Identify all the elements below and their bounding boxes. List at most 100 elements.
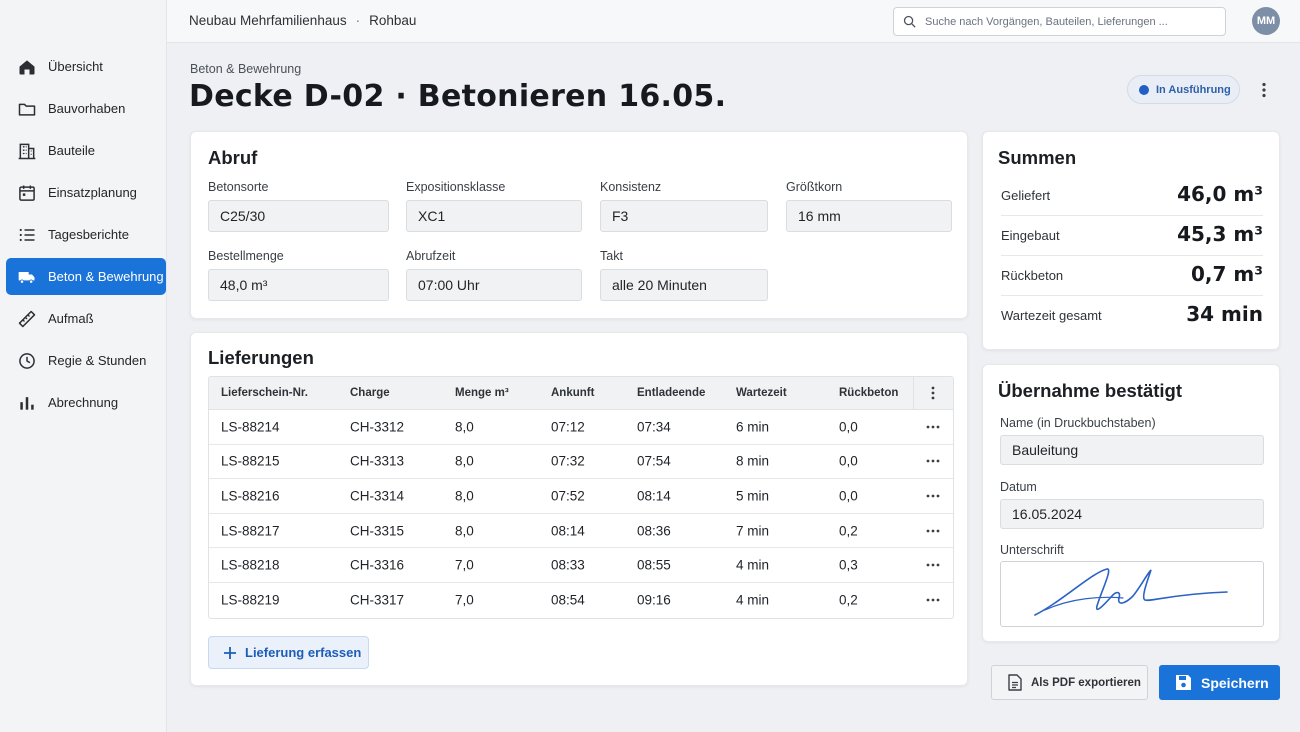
status-badge: In Ausführung	[1127, 75, 1240, 104]
table-row[interactable]: LS-88215 CH-3313 8,0 07:32 07:54 8 min 0,0	[209, 445, 953, 480]
sidebar-item-einsatzplanung[interactable]: Einsatzplanung	[6, 174, 166, 211]
lieferungen-table: Lieferschein-Nr. Charge Menge m³ Ankunft…	[208, 376, 954, 619]
summen-title: Summen	[998, 147, 1077, 168]
datum-field[interactable]: 16.05.2024	[1000, 499, 1264, 529]
cell-menge: 7,0	[455, 557, 474, 573]
sum-row-eingebaut: Eingebaut 45,3 m³	[1001, 216, 1263, 256]
cell-wartezeit: 6 min	[736, 419, 770, 435]
col-header-rueckbeton[interactable]: Rückbeton	[839, 387, 898, 399]
abruf-card: Abruf Betonsorte C25/30 Expositionsklass…	[190, 131, 968, 319]
row-menu-button[interactable]	[925, 419, 941, 435]
row-menu-button[interactable]	[925, 592, 941, 608]
search-box[interactable]	[893, 7, 1226, 36]
table-header: Lieferschein-Nr. Charge Menge m³ Ankunft…	[209, 377, 953, 410]
sidebar-nav: Übersicht Bauvorhaben Bauteile Einsatzpl…	[6, 48, 166, 426]
row-menu-button[interactable]	[925, 557, 941, 573]
betonsorte-label: Betonsorte	[208, 180, 269, 194]
truck-icon	[16, 266, 38, 288]
groesstkorn-label: Größtkorn	[786, 180, 843, 194]
building-icon	[16, 140, 38, 162]
more-horizontal-icon	[926, 563, 940, 567]
column-menu-button[interactable]	[925, 385, 941, 401]
konsistenz-field[interactable]: F3	[600, 200, 768, 232]
sidebar-item-regie-stunden[interactable]: Regie & Stunden	[6, 342, 166, 379]
more-horizontal-icon	[926, 598, 940, 602]
cell-wartezeit: 8 min	[736, 453, 770, 469]
row-menu-button[interactable]	[925, 453, 941, 469]
col-header-wartezeit[interactable]: Wartezeit	[736, 387, 787, 399]
abrufzeit-label: Abrufzeit	[406, 249, 456, 263]
col-header-charge[interactable]: Charge	[350, 387, 390, 399]
cell-menge: 7,0	[455, 592, 474, 608]
cell-charge: CH-3312	[350, 419, 405, 435]
uebernahme-title: Übernahme bestätigt	[998, 380, 1183, 401]
sidebar-item-tagesberichte[interactable]: Tagesberichte	[6, 216, 166, 253]
sidebar-item-beton-bewehrung[interactable]: Beton & Bewehrung	[6, 258, 166, 295]
cell-lieferschein-nr: LS-88215	[221, 453, 280, 469]
name-field[interactable]: Bauleitung	[1000, 435, 1264, 465]
sidebar-item-abrechnung[interactable]: Abrechnung	[6, 384, 166, 421]
breadcrumb-item-project[interactable]: Neubau Mehrfamilienhaus	[189, 13, 347, 28]
konsistenz-label: Konsistenz	[600, 180, 662, 194]
save-button[interactable]: Speichern	[1159, 665, 1280, 700]
search-input[interactable]	[925, 15, 1215, 28]
sidebar-item-bauvorhaben[interactable]: Bauvorhaben	[6, 90, 166, 127]
bestellmenge-field[interactable]: 48,0 m³	[208, 269, 389, 301]
cell-charge: CH-3314	[350, 488, 405, 504]
abrufzeit-field[interactable]: 07:00 Uhr	[406, 269, 582, 301]
table-row[interactable]: LS-88214 CH-3312 8,0 07:12 07:34 6 min 0,0	[209, 410, 953, 445]
groesstkorn-field[interactable]: 16 mm	[786, 200, 952, 232]
expositionsklasse-field[interactable]: XC1	[406, 200, 582, 232]
sum-label: Geliefert	[1001, 188, 1051, 203]
col-header-menge[interactable]: Menge m³	[455, 387, 509, 399]
status-label: In Ausführung	[1156, 83, 1231, 96]
floppy-disk-icon	[1176, 675, 1191, 690]
row-menu-button[interactable]	[925, 488, 941, 504]
sidebar-item-label: Einsatzplanung	[48, 185, 137, 200]
col-header-lieferschein[interactable]: Lieferschein-Nr.	[221, 387, 308, 399]
cell-ankunft: 08:33	[551, 557, 585, 573]
cell-rueckbeton: 0,0	[839, 453, 858, 469]
signature-label: Unterschrift	[1000, 543, 1064, 557]
bar-chart-icon	[16, 392, 38, 414]
cell-ankunft: 07:52	[551, 488, 585, 504]
table-row[interactable]: LS-88219 CH-3317 7,0 08:54 09:16 4 min 0,2	[209, 583, 953, 618]
clock-icon	[16, 350, 38, 372]
sum-label: Rückbeton	[1001, 268, 1064, 283]
table-row[interactable]: LS-88218 CH-3316 7,0 08:33 08:55 4 min 0,3	[209, 548, 953, 583]
calendar-icon	[16, 182, 38, 204]
row-menu-button[interactable]	[925, 523, 941, 539]
more-options-button[interactable]	[1254, 80, 1274, 100]
sidebar-item-aufmass[interactable]: Aufmaß	[6, 300, 166, 337]
sidebar-item-label: Tagesberichte	[48, 227, 129, 242]
table-row[interactable]: LS-88217 CH-3315 8,0 08:14 08:36 7 min 0,2	[209, 514, 953, 549]
sum-label: Wartezeit gesamt	[1001, 308, 1102, 323]
sidebar-item-bauteile[interactable]: Bauteile	[6, 132, 166, 169]
table-row[interactable]: LS-88216 CH-3314 8,0 07:52 08:14 5 min 0,0	[209, 479, 953, 514]
cell-entladeende: 09:16	[637, 592, 671, 608]
col-header-ankunft[interactable]: Ankunft	[551, 387, 594, 399]
cell-ankunft: 08:14	[551, 523, 585, 539]
avatar[interactable]: MM	[1252, 7, 1280, 35]
cell-ankunft: 07:12	[551, 419, 585, 435]
add-delivery-button[interactable]: Lieferung erfassen	[208, 636, 369, 669]
breadcrumb-item-phase[interactable]: Rohbau	[369, 13, 416, 28]
takt-label: Takt	[600, 249, 623, 263]
col-header-entladeende[interactable]: Entladeende	[637, 387, 705, 399]
signature-pad[interactable]	[1000, 561, 1264, 627]
list-icon	[16, 224, 38, 246]
cell-charge: CH-3316	[350, 557, 405, 573]
betonsorte-field[interactable]: C25/30	[208, 200, 389, 232]
cell-entladeende: 08:36	[637, 523, 671, 539]
cell-wartezeit: 4 min	[736, 557, 770, 573]
takt-field[interactable]: alle 20 Minuten	[600, 269, 768, 301]
sum-row-wartezeit: Wartezeit gesamt 34 min	[1001, 296, 1263, 336]
kebab-icon	[1262, 82, 1266, 98]
sum-row-geliefert: Geliefert 46,0 m³	[1001, 176, 1263, 216]
cell-charge: CH-3317	[350, 592, 405, 608]
sidebar-item-uebersicht[interactable]: Übersicht	[6, 48, 166, 85]
sum-value: 0,7 m³	[1191, 262, 1263, 286]
more-horizontal-icon	[926, 425, 940, 429]
datum-label: Datum	[1000, 480, 1037, 494]
export-pdf-button[interactable]: Als PDF exportieren	[991, 665, 1148, 700]
